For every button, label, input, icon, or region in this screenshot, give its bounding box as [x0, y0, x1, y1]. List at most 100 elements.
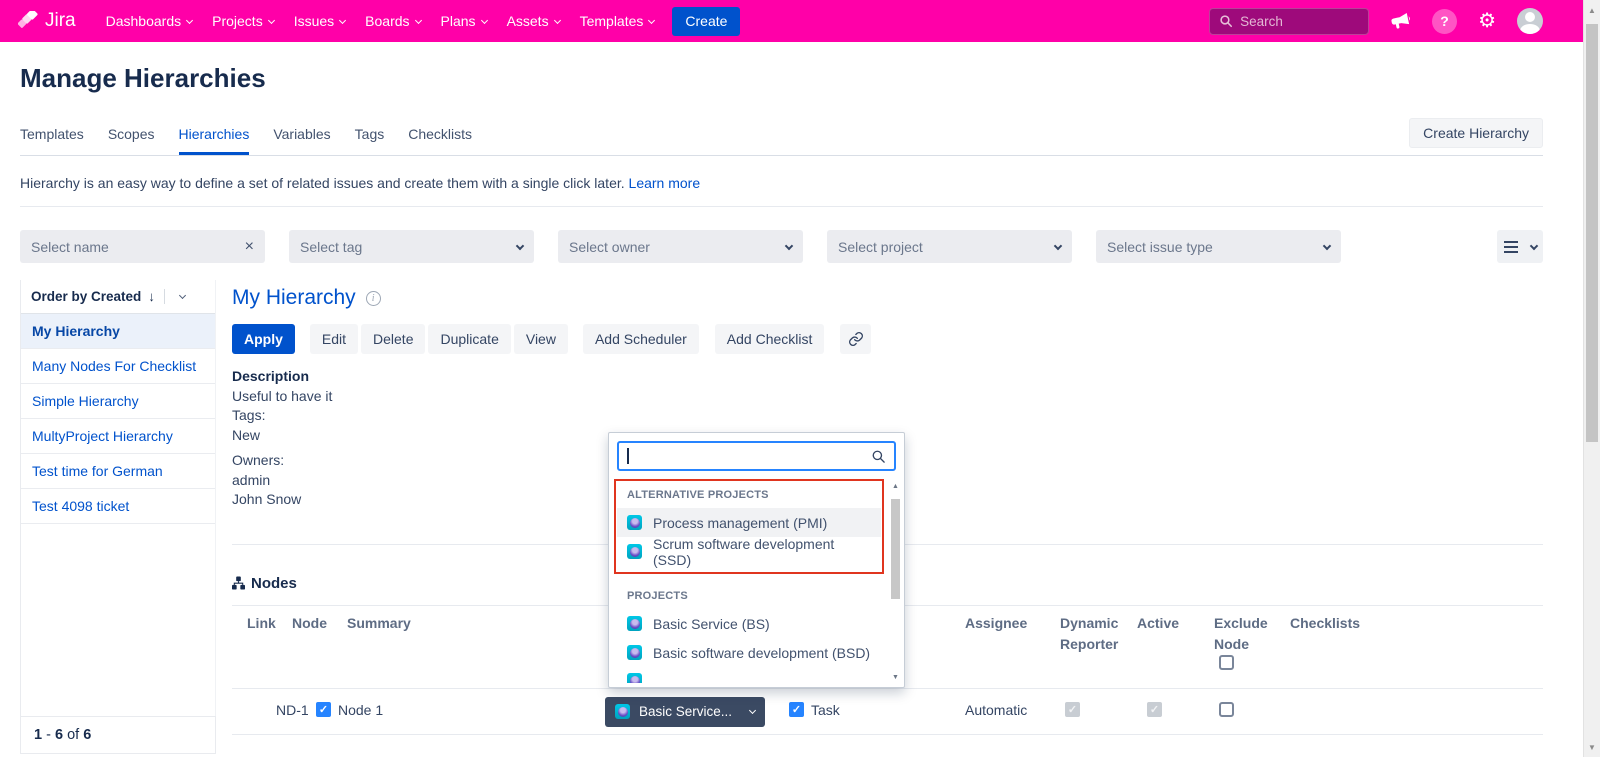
- scrollbar-thumb[interactable]: [891, 499, 900, 599]
- page-scrollbar[interactable]: ▲ ▼: [1583, 0, 1600, 757]
- project-avatar-icon: [627, 515, 642, 530]
- chevron-down-icon: [648, 16, 655, 23]
- chevron-down-icon: [414, 16, 421, 23]
- dropdown-search-box[interactable]: [617, 441, 896, 471]
- delete-button[interactable]: Delete: [361, 324, 425, 354]
- sort-direction-icon[interactable]: ↓: [148, 289, 155, 304]
- create-hierarchy-button[interactable]: Create Hierarchy: [1409, 118, 1543, 148]
- nav-item-issues[interactable]: Issues: [294, 13, 345, 29]
- create-button[interactable]: Create: [672, 7, 740, 36]
- dropdown-item-label: Process management (PMI): [653, 515, 827, 531]
- column-summary: Summary: [347, 613, 411, 634]
- tab-checklists[interactable]: Checklists: [408, 126, 472, 155]
- dropdown-item-bsd[interactable]: Basic software development (BSD): [617, 638, 881, 667]
- pagination-total: 6: [83, 727, 91, 743]
- avatar[interactable]: [1517, 8, 1543, 34]
- sidebar-item-my-hierarchy[interactable]: My Hierarchy: [21, 314, 215, 349]
- learn-more-link[interactable]: Learn more: [629, 175, 701, 191]
- order-by-label: Order by Created: [31, 289, 141, 304]
- view-button[interactable]: View: [514, 324, 568, 354]
- dropdown-item-label: Basic software development (BSD): [653, 645, 870, 661]
- row-project-select[interactable]: Basic Service...: [605, 697, 765, 727]
- pagination-start: 1: [34, 727, 42, 743]
- nav-item-plans[interactable]: Plans: [441, 13, 487, 29]
- select-name-placeholder: Select name: [31, 239, 245, 255]
- help-icon[interactable]: ?: [1432, 9, 1457, 34]
- scroll-up-icon[interactable]: ▲: [1584, 2, 1600, 18]
- tabs-bar: Templates Scopes Hierarchies Variables T…: [20, 118, 1543, 156]
- gear-icon[interactable]: ⚙: [1478, 11, 1496, 31]
- list-options-button[interactable]: [1497, 230, 1543, 263]
- select-project-dropdown[interactable]: Select project: [827, 230, 1072, 263]
- sidebar-item-test-time[interactable]: Test time for German: [21, 454, 215, 489]
- global-search[interactable]: [1209, 8, 1369, 35]
- node-checkbox[interactable]: [316, 702, 331, 717]
- divider: [164, 289, 165, 304]
- chevron-down-icon: [268, 16, 275, 23]
- nav-item-projects[interactable]: Projects: [212, 13, 274, 29]
- nav-item-templates[interactable]: Templates: [580, 13, 655, 29]
- tab-scopes[interactable]: Scopes: [108, 126, 155, 155]
- exclude-node-header-checkbox[interactable]: [1219, 655, 1234, 670]
- hierarchy-list-sidebar: Order by Created ↓ My Hierarchy Many Nod…: [20, 280, 216, 754]
- issue-type-label: Task: [811, 702, 840, 718]
- dropdown-item-label: Scrum software development (SSD): [653, 536, 871, 568]
- scroll-down-icon[interactable]: ▼: [889, 674, 902, 681]
- chevron-down-icon: [554, 16, 561, 23]
- search-input[interactable]: [1240, 14, 1359, 29]
- scrollbar-thumb[interactable]: [1586, 24, 1598, 442]
- select-owner-dropdown[interactable]: Select owner: [558, 230, 803, 263]
- issue-type-checkbox[interactable]: [789, 702, 804, 717]
- node-link[interactable]: ND-1: [276, 702, 309, 718]
- sidebar-item-simple-hierarchy[interactable]: Simple Hierarchy: [21, 384, 215, 419]
- duplicate-button[interactable]: Duplicate: [428, 324, 510, 354]
- hierarchy-actions: Apply Edit Delete Duplicate View Add Sch…: [232, 324, 1543, 354]
- dropdown-item-bs[interactable]: Basic Service (BS): [617, 609, 881, 638]
- copy-link-button[interactable]: [840, 324, 871, 354]
- dropdown-item-pmi[interactable]: Process management (PMI): [617, 508, 881, 537]
- megaphone-icon[interactable]: [1390, 11, 1411, 32]
- filters-bar: Select name × Select tag Select owner Se…: [20, 230, 1543, 263]
- nav-item-assets[interactable]: Assets: [507, 13, 560, 29]
- sidebar-item-test-4098[interactable]: Test 4098 ticket: [21, 489, 215, 524]
- select-issue-type-placeholder: Select issue type: [1107, 239, 1318, 255]
- project-avatar-icon: [627, 673, 642, 683]
- add-scheduler-button[interactable]: Add Scheduler: [583, 324, 699, 354]
- dropdown-group-alternative-projects: ALTERNATIVE PROJECTS Process management …: [614, 479, 884, 574]
- edit-button[interactable]: Edit: [310, 324, 358, 354]
- pagination-dash: -: [46, 727, 51, 743]
- sidebar-item-many-nodes[interactable]: Many Nodes For Checklist: [21, 349, 215, 384]
- tab-templates[interactable]: Templates: [20, 126, 84, 155]
- column-checklists: Checklists: [1290, 613, 1360, 634]
- nav-item-boards[interactable]: Boards: [365, 13, 420, 29]
- tab-hierarchies[interactable]: Hierarchies: [179, 126, 250, 155]
- node-label[interactable]: Node 1: [338, 702, 383, 718]
- chevron-down-icon: [1323, 241, 1331, 249]
- jira-logo[interactable]: Jira: [18, 10, 76, 32]
- select-name-input[interactable]: Select name ×: [20, 230, 265, 263]
- pagination-of: of: [67, 727, 79, 743]
- scroll-up-icon[interactable]: ▲: [889, 483, 902, 490]
- select-tag-dropdown[interactable]: Select tag: [289, 230, 534, 263]
- dropdown-search-input[interactable]: [629, 448, 872, 464]
- select-issue-type-dropdown[interactable]: Select issue type: [1096, 230, 1341, 263]
- top-nav: Jira Dashboards Projects Issues Boards P…: [0, 0, 1583, 42]
- scroll-down-icon[interactable]: ▼: [1584, 739, 1600, 755]
- apply-button[interactable]: Apply: [232, 324, 295, 354]
- tab-tags[interactable]: Tags: [355, 126, 385, 155]
- clear-icon[interactable]: ×: [245, 239, 254, 255]
- dropdown-item-partial[interactable]: [617, 667, 881, 683]
- dropdown-item-ssd[interactable]: Scrum software development (SSD): [617, 537, 881, 566]
- nodes-section-title: Nodes: [251, 575, 297, 592]
- dropdown-group-projects: PROJECTS Basic Service (BS) Basic softwa…: [617, 582, 881, 683]
- dropdown-scrollbar[interactable]: ▲ ▼: [889, 481, 902, 683]
- tab-variables[interactable]: Variables: [273, 126, 330, 155]
- chevron-down-icon[interactable]: [179, 292, 186, 299]
- exclude-node-checkbox[interactable]: [1219, 702, 1234, 717]
- info-icon[interactable]: i: [366, 291, 381, 306]
- sidebar-item-multyproject[interactable]: MultyProject Hierarchy: [21, 419, 215, 454]
- add-checklist-button[interactable]: Add Checklist: [715, 324, 825, 354]
- select-owner-placeholder: Select owner: [569, 239, 780, 255]
- nav-item-dashboards[interactable]: Dashboards: [106, 13, 193, 29]
- order-by-control[interactable]: Order by Created ↓: [21, 280, 215, 314]
